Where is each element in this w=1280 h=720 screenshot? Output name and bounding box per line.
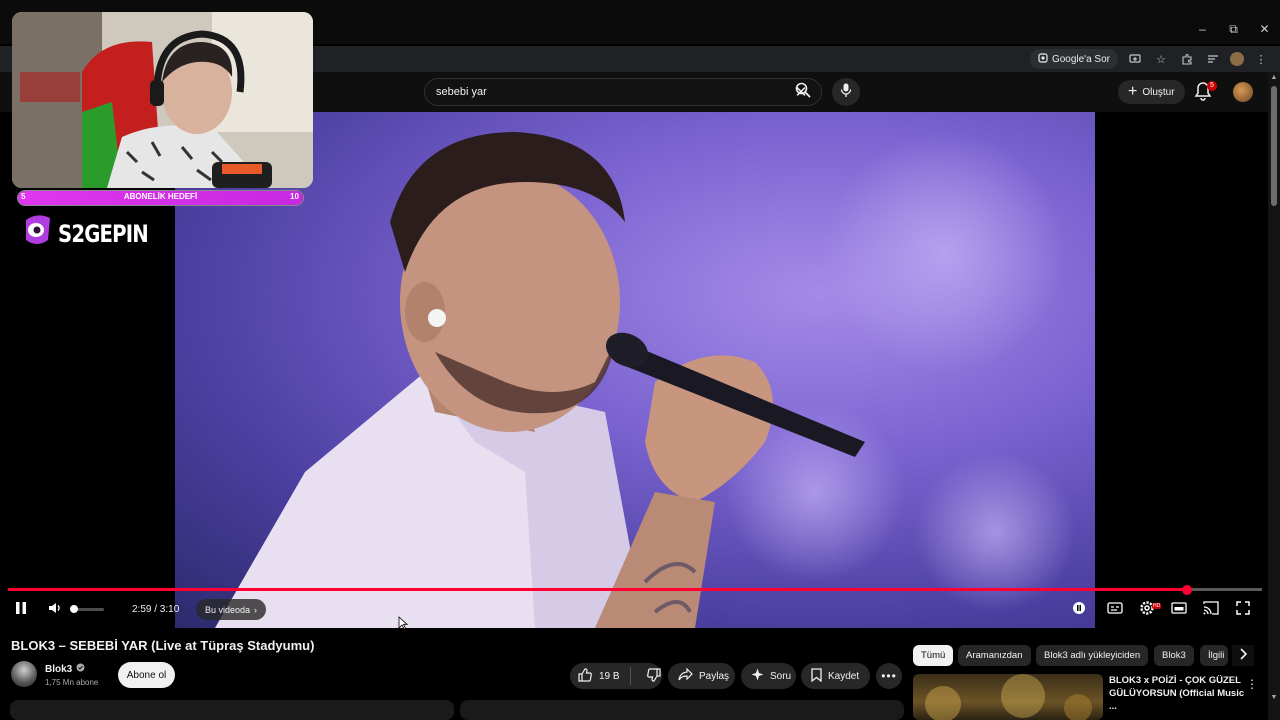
plus-icon: +: [1128, 83, 1138, 100]
ask-button[interactable]: Soru: [741, 663, 796, 689]
search-input[interactable]: [425, 79, 789, 105]
channel-name: Blok3: [45, 663, 73, 675]
hd-badge: HD: [1152, 603, 1162, 609]
bookmark-icon: [811, 667, 822, 685]
filter-chip-from-search[interactable]: Aramanızdan: [958, 645, 1031, 666]
reading-list-icon[interactable]: [1204, 50, 1222, 68]
miniplayer-icon: [1171, 601, 1187, 619]
streamer-image: [12, 12, 313, 188]
filter-chip-from-uploader[interactable]: Blok3 adlı yükleyiciden: [1036, 645, 1149, 666]
comments-preview[interactable]: [10, 700, 454, 720]
browser-menu-icon[interactable]: ⋮: [1252, 50, 1270, 68]
browser-toolbar: Google'a Sor ☆ ⋮: [1029, 48, 1270, 70]
volume-slider-handle[interactable]: [70, 605, 78, 613]
more-actions-button[interactable]: •••: [876, 663, 902, 689]
video-title: BLOK3 – SEBEBİ YAR (Live at Tüpraş Stady…: [11, 638, 315, 653]
description-preview[interactable]: [460, 700, 904, 720]
volume-icon: [48, 601, 62, 620]
install-app-icon[interactable]: [1126, 50, 1144, 68]
pause-button[interactable]: [10, 600, 32, 620]
save-button[interactable]: Kaydet: [801, 663, 870, 689]
channel-name-link[interactable]: Blok3: [45, 663, 85, 675]
minimize-button[interactable]: –: [1187, 18, 1218, 40]
extensions-icon[interactable]: [1178, 50, 1196, 68]
share-label: Paylaş: [699, 670, 730, 682]
sparkle-icon: [751, 668, 764, 684]
filter-chip-blok3[interactable]: Blok3: [1154, 645, 1194, 666]
save-label: Kaydet: [828, 670, 860, 682]
cast-button[interactable]: [1200, 600, 1222, 620]
scrollbar-thumb[interactable]: [1271, 86, 1277, 206]
voice-search-button[interactable]: [832, 78, 860, 106]
autoplay-toggle[interactable]: [1068, 600, 1090, 620]
account-avatar[interactable]: [1233, 82, 1253, 102]
more-horizontal-icon: •••: [881, 669, 897, 683]
filter-chip-all[interactable]: Tümü: [913, 645, 954, 666]
singer-performing-image: [215, 132, 1075, 628]
like-button[interactable]: 19 B: [570, 667, 631, 685]
progress-bar-played: [8, 588, 1187, 591]
create-button[interactable]: + Oluştur: [1118, 80, 1185, 104]
cast-icon: [1203, 600, 1219, 620]
recommended-video-title[interactable]: BLOK3 x POİZİ - ÇOK GÜZEL GÜLÜYORSUN (Of…: [1109, 674, 1249, 713]
video-frame[interactable]: [175, 112, 1095, 628]
subtitles-button[interactable]: [1104, 600, 1126, 620]
like-count: 19 B: [599, 670, 620, 682]
share-icon: [678, 667, 693, 684]
search-box: ✕: [424, 78, 822, 106]
thumbs-down-icon: [646, 667, 661, 685]
recommended-video-thumbnail[interactable]: [913, 674, 1103, 720]
progress-scrubber[interactable]: [1182, 585, 1192, 595]
share-button[interactable]: Paylaş: [668, 663, 735, 689]
streamer-webcam: [12, 12, 313, 188]
subscribe-button[interactable]: Abone ol: [118, 662, 175, 688]
chip-scroll-next-button[interactable]: [1232, 645, 1254, 666]
filter-chip-related[interactable]: İlgili: [1200, 645, 1228, 666]
thumbs-up-icon: [578, 667, 592, 685]
channel-avatar[interactable]: [11, 661, 37, 687]
subscriber-goal-label: ABONELİK HEDEFİ: [123, 192, 198, 201]
scroll-down-icon[interactable]: ▼: [1269, 694, 1279, 704]
dislike-button[interactable]: [637, 667, 661, 685]
subscriber-goal-max: 10: [290, 192, 299, 201]
microphone-icon: [840, 83, 852, 102]
create-label: Oluştur: [1142, 86, 1175, 98]
streamer-logo-icon: [22, 212, 52, 248]
pause-icon: [15, 601, 27, 620]
chevron-right-icon: [1239, 647, 1248, 665]
scroll-up-icon[interactable]: ▲: [1269, 74, 1279, 84]
fullscreen-button[interactable]: [1232, 600, 1254, 620]
time-display: 2:59 / 3:10: [132, 604, 180, 615]
restore-button[interactable]: ⧉: [1218, 18, 1249, 40]
autoplay-icon: [1071, 600, 1087, 621]
browser-profile-avatar[interactable]: [1230, 52, 1244, 66]
google-lens-button[interactable]: Google'a Sor: [1029, 49, 1118, 69]
window-controls: – ⧉ ✕: [1187, 18, 1280, 40]
subtitles-icon: [1107, 601, 1123, 619]
lens-icon: [1038, 52, 1048, 66]
google-lens-label: Google'a Sor: [1051, 53, 1110, 65]
notification-count-badge: 5: [1207, 81, 1217, 91]
more-vertical-icon[interactable]: ⋮: [1246, 676, 1258, 692]
like-dislike-group: 19 B: [570, 663, 662, 689]
close-window-button[interactable]: ✕: [1249, 18, 1280, 40]
search-button[interactable]: [784, 79, 821, 105]
search-icon: [795, 82, 811, 103]
mute-button[interactable]: [44, 600, 66, 620]
subscriber-count: 1,75 Mn abone: [45, 678, 99, 687]
miniplayer-button[interactable]: [1168, 600, 1190, 620]
fullscreen-icon: [1236, 600, 1250, 620]
streamer-name: S2GEPIN: [58, 220, 149, 248]
in-this-video-chip[interactable]: Bu videoda ›: [196, 599, 267, 620]
verified-icon: [76, 663, 85, 675]
chevron-right-icon: ›: [254, 604, 258, 615]
mouse-cursor-icon: [398, 616, 409, 635]
bookmark-star-icon[interactable]: ☆: [1152, 50, 1170, 68]
ask-label: Soru: [770, 670, 792, 682]
chapter-chip-label: Bu videoda: [205, 604, 251, 615]
